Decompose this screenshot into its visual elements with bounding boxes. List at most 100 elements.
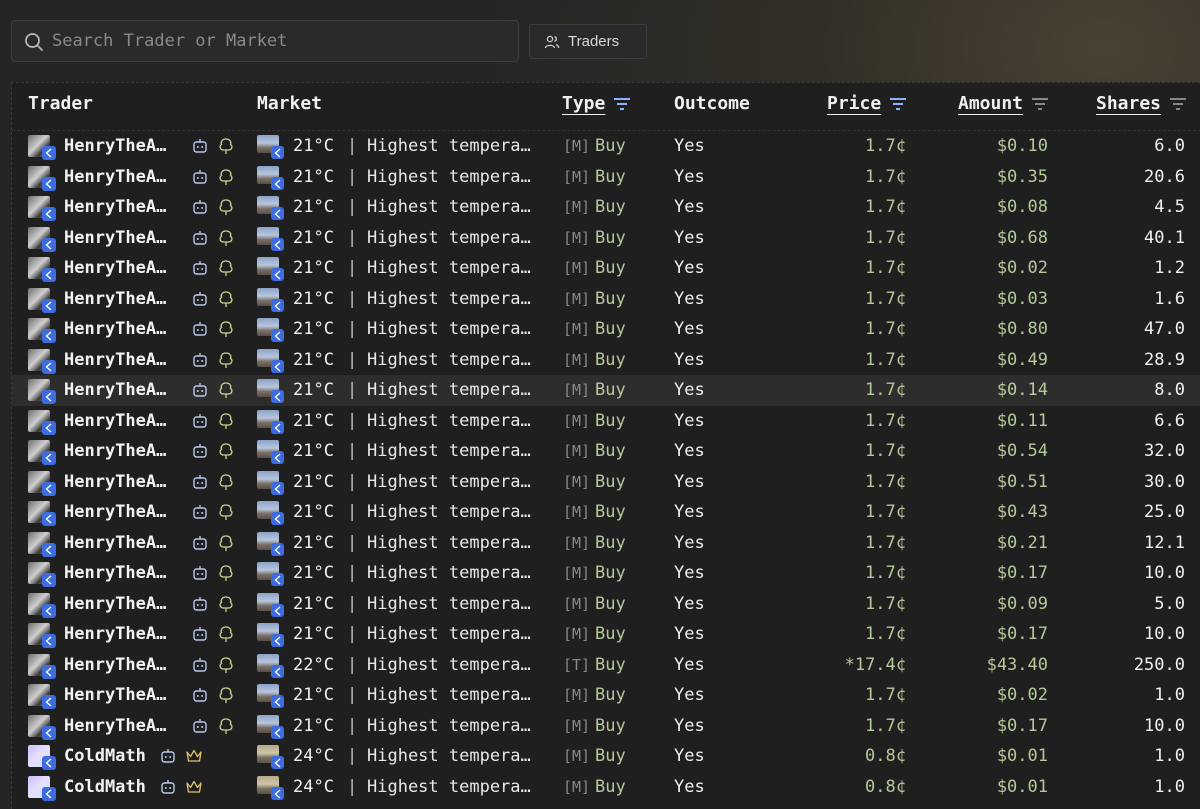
trader-name[interactable]: HenryTheA… xyxy=(64,197,166,217)
trader-name[interactable]: HenryTheA… xyxy=(64,411,166,431)
market-outcome-label[interactable]: 21°C xyxy=(293,563,334,583)
trader-name[interactable]: HenryTheA… xyxy=(64,319,166,339)
search-box[interactable] xyxy=(11,20,519,62)
table-row[interactable]: HenryTheA… 21°C | Highest tempera… [M] Buy Yes… xyxy=(12,406,1200,437)
market-name[interactable]: Highest tempera… xyxy=(367,716,531,736)
market-name[interactable]: Highest tempera… xyxy=(367,655,531,675)
filter-icon[interactable] xyxy=(889,96,907,112)
table-row[interactable]: ColdMath 24°C | Highest tempera… [M] Buy Yes 0.… xyxy=(12,741,1200,772)
traders-button[interactable]: Traders xyxy=(529,24,647,59)
trader-name[interactable]: HenryTheA… xyxy=(64,716,166,736)
market-name[interactable]: Highest tempera… xyxy=(367,380,531,400)
column-header-amount[interactable]: Amount xyxy=(958,93,1049,114)
market-outcome-label[interactable]: 24°C xyxy=(293,746,334,766)
table-row[interactable]: HenryTheA… 21°C | Highest tempera… [M] Buy Yes… xyxy=(12,284,1200,315)
market-outcome-label[interactable]: 21°C xyxy=(293,289,334,309)
market-outcome-label[interactable]: 21°C xyxy=(293,167,334,187)
column-header-type[interactable]: Type xyxy=(562,93,631,114)
table-row[interactable]: HenryTheA… 21°C | Highest tempera… [M] Buy Yes… xyxy=(12,711,1200,742)
market-name[interactable]: Highest tempera… xyxy=(367,594,531,614)
trader-name[interactable]: HenryTheA… xyxy=(64,685,166,705)
market-name[interactable]: Highest tempera… xyxy=(367,258,531,278)
market-name[interactable]: Highest tempera… xyxy=(367,746,531,766)
table-row[interactable]: HenryTheA… 21°C | Highest tempera… [M] Buy Yes… xyxy=(12,192,1200,223)
market-name[interactable]: Highest tempera… xyxy=(367,472,531,492)
market-name[interactable]: Highest tempera… xyxy=(367,777,531,797)
market-outcome-label[interactable]: 21°C xyxy=(293,685,334,705)
market-outcome-label[interactable]: 21°C xyxy=(293,411,334,431)
market-outcome-label[interactable]: 21°C xyxy=(293,258,334,278)
market-outcome-label[interactable]: 21°C xyxy=(293,136,334,156)
trader-name[interactable]: HenryTheA… xyxy=(64,594,166,614)
market-name[interactable]: Highest tempera… xyxy=(367,167,531,187)
table-row[interactable]: HenryTheA… 21°C | Highest tempera… [M] Buy Yes… xyxy=(12,253,1200,284)
market-name[interactable]: Highest tempera… xyxy=(367,197,531,217)
market-outcome-label[interactable]: 21°C xyxy=(293,197,334,217)
market-outcome-label[interactable]: 21°C xyxy=(293,441,334,461)
market-name[interactable]: Highest tempera… xyxy=(367,563,531,583)
table-row[interactable]: HenryTheA… 21°C | Highest tempera… [M] Buy Yes… xyxy=(12,436,1200,467)
market-outcome-label[interactable]: 21°C xyxy=(293,594,334,614)
market-name[interactable]: Highest tempera… xyxy=(367,289,531,309)
market-name[interactable]: Highest tempera… xyxy=(367,502,531,522)
trader-name[interactable]: HenryTheA… xyxy=(64,502,166,522)
table-row[interactable]: HenryTheA… 21°C | Highest tempera… [M] Buy Yes… xyxy=(12,497,1200,528)
trade-amount: $0.01 xyxy=(996,746,1048,766)
trader-name[interactable]: HenryTheA… xyxy=(64,258,166,278)
table-row[interactable]: HenryTheA… 21°C | Highest tempera… [M] Buy Yes… xyxy=(12,345,1200,376)
trader-name[interactable]: ColdMath xyxy=(64,746,146,766)
table-row[interactable]: HenryTheA… 21°C | Highest tempera… [M] Buy Yes… xyxy=(12,619,1200,650)
market-outcome-label[interactable]: 22°C xyxy=(293,655,334,675)
trader-name[interactable]: HenryTheA… xyxy=(64,472,166,492)
table-row[interactable]: HenryTheA… 21°C | Highest tempera… [M] Buy Yes… xyxy=(12,467,1200,498)
table-row[interactable]: HenryTheA… 21°C | Highest tempera… [M] Buy Yes… xyxy=(12,528,1200,559)
market-name[interactable]: Highest tempera… xyxy=(367,350,531,370)
table-row[interactable]: HenryTheA… 21°C | Highest tempera… [M] Buy Yes… xyxy=(12,223,1200,254)
table-row[interactable]: HenryTheA… 21°C | Highest tempera… [M] Buy Yes… xyxy=(12,314,1200,345)
market-outcome-label[interactable]: 21°C xyxy=(293,624,334,644)
search-input[interactable] xyxy=(52,21,512,61)
trader-name[interactable]: HenryTheA… xyxy=(64,136,166,156)
table-row[interactable]: HenryTheA… 21°C | Highest tempera… [M] Buy Yes… xyxy=(12,589,1200,620)
market-name[interactable]: Highest tempera… xyxy=(367,624,531,644)
trader-name[interactable]: HenryTheA… xyxy=(64,380,166,400)
trader-name[interactable]: HenryTheA… xyxy=(64,441,166,461)
trader-name[interactable]: HenryTheA… xyxy=(64,350,166,370)
filter-icon[interactable] xyxy=(613,96,631,112)
market-name[interactable]: Highest tempera… xyxy=(367,319,531,339)
table-row[interactable]: HenryTheA… 21°C | Highest tempera… [M] Buy Yes… xyxy=(12,131,1200,162)
column-header-shares[interactable]: Shares xyxy=(1096,93,1187,114)
market-name[interactable]: Highest tempera… xyxy=(367,411,531,431)
table-row[interactable]: HenryTheA… 21°C | Highest tempera… [M] Buy Yes… xyxy=(12,680,1200,711)
table-row[interactable]: ColdMath 24°C | Highest tempera… [M] Buy Yes 0.… xyxy=(12,772,1200,803)
market-name[interactable]: Highest tempera… xyxy=(367,136,531,156)
trader-name[interactable]: HenryTheA… xyxy=(64,624,166,644)
market-name[interactable]: Highest tempera… xyxy=(367,228,531,248)
table-row[interactable]: HenryTheA… 21°C | Highest tempera… [M] Buy Yes… xyxy=(12,162,1200,193)
trader-name[interactable]: HenryTheA… xyxy=(64,228,166,248)
market-name[interactable]: Highest tempera… xyxy=(367,533,531,553)
trader-name[interactable]: HenryTheA… xyxy=(64,655,166,675)
market-name[interactable]: Highest tempera… xyxy=(367,685,531,705)
market-name[interactable]: Highest tempera… xyxy=(367,441,531,461)
market-outcome-label[interactable]: 21°C xyxy=(293,502,334,522)
filter-icon[interactable] xyxy=(1169,96,1187,112)
market-outcome-label[interactable]: 24°C xyxy=(293,777,334,797)
trader-name[interactable]: HenryTheA… xyxy=(64,533,166,553)
trader-name[interactable]: HenryTheA… xyxy=(64,289,166,309)
table-row[interactable]: HenryTheA… 21°C | Highest tempera… [M] Buy Yes… xyxy=(12,558,1200,589)
market-outcome-label[interactable]: 21°C xyxy=(293,716,334,736)
market-outcome-label[interactable]: 21°C xyxy=(293,380,334,400)
column-header-price[interactable]: Price xyxy=(827,93,907,114)
table-row[interactable]: HenryTheA… 22°C | Highest tempera… [T] Buy Yes… xyxy=(12,650,1200,681)
trader-name[interactable]: ColdMath xyxy=(64,777,146,797)
market-outcome-label[interactable]: 21°C xyxy=(293,350,334,370)
market-outcome-label[interactable]: 21°C xyxy=(293,472,334,492)
filter-icon[interactable] xyxy=(1031,96,1049,112)
table-row[interactable]: HenryTheA… 21°C | Highest tempera… [M] Buy Yes… xyxy=(12,375,1200,406)
market-outcome-label[interactable]: 21°C xyxy=(293,533,334,553)
market-outcome-label[interactable]: 21°C xyxy=(293,228,334,248)
market-outcome-label[interactable]: 21°C xyxy=(293,319,334,339)
trader-name[interactable]: HenryTheA… xyxy=(64,167,166,187)
trader-name[interactable]: HenryTheA… xyxy=(64,563,166,583)
